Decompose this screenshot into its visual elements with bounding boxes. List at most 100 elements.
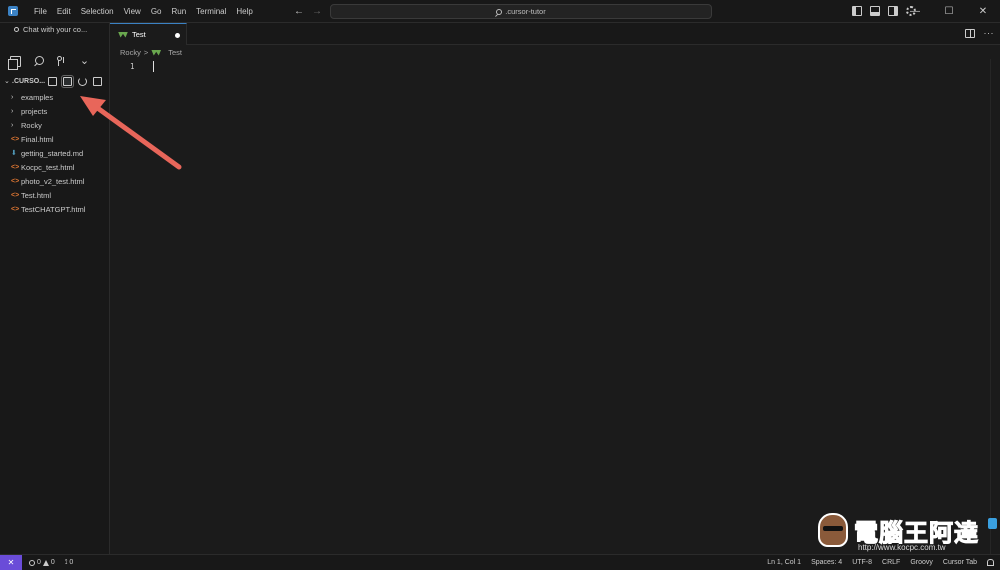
cursor-tab[interactable]: Cursor Tab — [943, 559, 977, 566]
close-button[interactable]: ✕ — [966, 6, 1000, 17]
tree-item-label: Test.html — [21, 190, 52, 200]
menu-go[interactable]: Go — [146, 0, 167, 23]
breadcrumb-separator: > — [143, 48, 149, 57]
explorer-files-icon[interactable] — [8, 56, 21, 70]
unsaved-dot-icon[interactable] — [175, 33, 180, 38]
new-folder-icon[interactable] — [61, 74, 74, 88]
tree-item-label: projects — [21, 106, 48, 116]
status-right: Ln 1, Col 1 Spaces: 4 UTF-8 CRLF Groovy … — [767, 555, 994, 570]
warning-count: 0 — [50, 559, 55, 566]
tree-file-test-html[interactable]: <> Test.html — [0, 188, 109, 202]
code-editor[interactable]: 1 — [110, 59, 1000, 554]
navigation-arrows: ← → — [294, 0, 322, 23]
source-control-icon[interactable] — [56, 56, 67, 67]
breadcrumb-file[interactable]: Test — [168, 48, 182, 57]
ports-icon: ⟟ — [64, 558, 68, 566]
html-file-icon: <> — [11, 177, 20, 185]
forward-arrow-icon[interactable]: → — [312, 6, 322, 17]
tree-item-label: examples — [21, 92, 54, 102]
watermark-url: http://www.kocpc.com.tw — [858, 543, 946, 552]
tree-file-testchatgpt-html[interactable]: <> TestCHATGPT.html — [0, 202, 109, 216]
menu-selection[interactable]: Selection — [76, 0, 119, 23]
watermark-badge-icon — [988, 518, 997, 529]
html-file-icon: <> — [11, 163, 20, 171]
editor-actions: ··· — [964, 29, 995, 38]
chevron-right-icon: › — [11, 107, 14, 115]
tab-test[interactable]: Test — [110, 23, 187, 45]
search-view-icon[interactable] — [33, 56, 44, 67]
menu-bar: File Edit Selection View Go Run Terminal… — [29, 0, 258, 23]
tree-file-kocpc-test-html[interactable]: <> Kocpc_test.html — [0, 160, 109, 174]
chevron-right-icon: › — [11, 93, 14, 101]
tree-folder-examples[interactable]: › examples — [0, 90, 109, 104]
menu-help[interactable]: Help — [231, 0, 257, 23]
toggle-panel-icon[interactable] — [870, 6, 880, 16]
ports-indicator[interactable]: ⟟ 0 — [65, 559, 74, 567]
language-mode[interactable]: Groovy — [910, 559, 933, 566]
back-arrow-icon[interactable]: ← — [294, 6, 304, 17]
problems-indicator[interactable]: 0 0 — [29, 559, 55, 566]
text-cursor — [153, 61, 154, 72]
groovy-file-icon — [151, 50, 161, 56]
search-icon — [496, 8, 503, 15]
tree-file-photo-v2-test-html[interactable]: <> photo_v2_test.html — [0, 174, 109, 188]
chat-label: Chat with your co... — [23, 25, 88, 34]
editor-scrollbar[interactable] — [990, 59, 1000, 554]
more-actions-icon[interactable]: ··· — [984, 29, 995, 38]
watermark-logo: 電腦王阿達 http://www.kocpc.com.tw — [818, 513, 1000, 555]
status-bar: ✕ 0 0 ⟟ 0 Ln 1, Col 1 Spaces: 4 UTF-8 CR… — [0, 554, 1000, 570]
toggle-primary-sidebar-icon[interactable] — [852, 6, 862, 16]
chevron-down-icon[interactable]: ⌄ — [4, 77, 12, 85]
breadcrumb: Rocky > Test — [120, 48, 182, 57]
tree-item-label: photo_v2_test.html — [21, 176, 85, 186]
ports-count: 0 — [69, 559, 74, 566]
line-number: 1 — [130, 62, 135, 71]
more-views-chevron-icon[interactable]: ⌄ — [79, 56, 90, 67]
maximize-button[interactable]: ☐ — [932, 6, 966, 17]
command-center-search[interactable]: .cursor-tutor — [330, 4, 712, 19]
menu-run[interactable]: Run — [166, 0, 191, 23]
file-tree: › examples › projects › Rocky <> Final.h… — [0, 90, 109, 216]
tab-label: Test — [132, 30, 146, 39]
remote-indicator-button[interactable]: ✕ — [0, 555, 22, 570]
error-icon — [29, 559, 35, 566]
editor-tab-bar: Test ··· — [110, 23, 1000, 45]
chevron-right-icon: › — [11, 121, 14, 129]
new-file-icon[interactable] — [48, 76, 57, 86]
tree-file-getting-started-md[interactable]: ⬇ getting_started.md — [0, 146, 109, 160]
menu-terminal[interactable]: Terminal — [191, 0, 231, 23]
cursor-logo-icon — [8, 6, 18, 16]
tree-item-label: TestCHATGPT.html — [21, 204, 86, 214]
explorer-header[interactable]: ⌄ .CURSO... — [4, 74, 108, 88]
command-center-label: .cursor-tutor — [505, 7, 546, 16]
activity-bar: ⌄ — [8, 56, 90, 70]
html-file-icon: <> — [11, 205, 20, 213]
sidebar: Chat with your co... ⌄ ⌄ .CURSO... › exa… — [0, 23, 110, 554]
minimize-button[interactable]: — — [898, 6, 932, 17]
menu-file[interactable]: File — [29, 0, 52, 23]
encoding[interactable]: UTF-8 — [852, 559, 872, 566]
tree-file-final-html[interactable]: <> Final.html — [0, 132, 109, 146]
tree-folder-rocky[interactable]: › Rocky — [0, 118, 109, 132]
menu-view[interactable]: View — [119, 0, 146, 23]
groovy-file-icon — [118, 32, 128, 38]
warning-icon — [42, 559, 49, 566]
html-file-icon: <> — [11, 191, 20, 199]
cursor-position[interactable]: Ln 1, Col 1 — [767, 559, 801, 566]
tree-folder-projects[interactable]: › projects — [0, 104, 109, 118]
menu-edit[interactable]: Edit — [52, 0, 76, 23]
refresh-icon[interactable] — [78, 76, 87, 86]
collapse-all-icon[interactable] — [93, 76, 102, 86]
workspace-folder-name: .CURSO... — [12, 77, 46, 85]
indentation[interactable]: Spaces: 4 — [811, 559, 842, 566]
chat-link[interactable]: Chat with your co... — [14, 25, 87, 34]
toggle-secondary-sidebar-icon[interactable] — [888, 6, 898, 16]
html-file-icon: <> — [11, 135, 20, 143]
split-editor-icon[interactable] — [964, 29, 975, 38]
end-of-line[interactable]: CRLF — [882, 559, 900, 566]
tree-item-label: Final.html — [21, 134, 54, 144]
window-controls: — ☐ ✕ — [898, 0, 1000, 23]
breadcrumb-folder[interactable]: Rocky — [120, 48, 141, 57]
error-count: 0 — [37, 559, 41, 566]
bell-icon[interactable] — [987, 559, 994, 566]
